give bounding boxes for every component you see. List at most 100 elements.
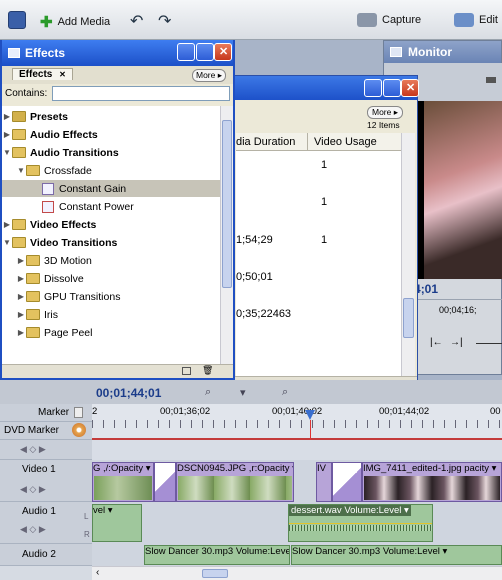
folder-icon <box>12 219 26 230</box>
scrollbar-thumb[interactable] <box>202 569 228 578</box>
effects-scrollbar[interactable] <box>220 106 233 364</box>
close-button[interactable]: ✕ <box>401 79 419 97</box>
project-items-count: 12 Items <box>367 120 400 130</box>
edit-button[interactable]: Edit <box>454 13 498 27</box>
audio-2-label: Audio 2 <box>22 549 56 560</box>
tab-close-icon[interactable]: ✕ <box>59 70 66 79</box>
tree-item-presets[interactable]: ▶ Presets <box>2 108 220 125</box>
tree-item-gpu-transitions[interactable]: ▶ GPU Transitions <box>2 288 220 305</box>
table-row[interactable]: 1;54;29 1 <box>236 234 403 248</box>
add-media-button[interactable]: ✚ Add Media <box>40 13 110 31</box>
expand-arrow-icon[interactable]: ▶ <box>16 274 26 283</box>
column-video-usage[interactable]: Video Usage <box>314 136 377 148</box>
tab-effects[interactable]: Effects ✕ <box>12 68 73 80</box>
folder-icon <box>26 273 40 284</box>
redo-icon[interactable]: ↷ <box>158 11 171 31</box>
table-row[interactable]: 1 <box>236 196 403 210</box>
effects-close-button[interactable]: ✕ <box>214 43 232 61</box>
panel-menu-icon[interactable] <box>486 77 496 83</box>
expand-arrow-icon[interactable]: ▶ <box>2 112 12 121</box>
timeline-current-time[interactable]: 00;01;44;01 <box>96 386 161 400</box>
tree-item-constant-power[interactable]: Constant Power <box>2 198 220 215</box>
expand-arrow-icon[interactable]: ▶ <box>2 220 12 229</box>
expand-arrow-icon[interactable]: ▶ <box>16 292 26 301</box>
minimize-button[interactable] <box>364 79 382 97</box>
razor-icon[interactable]: ▾ <box>240 386 246 399</box>
scrollbar-thumb[interactable] <box>222 120 232 288</box>
tree-item-crossfade[interactable]: ▼ Crossfade <box>2 162 220 179</box>
timeline-ruler[interactable]: 2 00;01;36;02 00;01;40;02 00;01;44;02 00 <box>92 404 502 440</box>
tree-item-audio-effects[interactable]: ▶ Audio Effects <box>2 126 220 143</box>
row-usage: 1 <box>321 159 328 171</box>
collapse-arrow-icon[interactable]: ▼ <box>16 166 26 175</box>
zoom-out-icon[interactable]: ⌕ <box>282 386 288 399</box>
effects-minimize-button[interactable] <box>177 43 195 61</box>
contains-search-input[interactable] <box>52 86 230 101</box>
scrollbar-thumb[interactable] <box>403 298 414 338</box>
save-icon[interactable] <box>8 11 26 32</box>
expand-arrow-icon[interactable]: ▶ <box>16 310 26 319</box>
tree-item-video-transitions[interactable]: ▼ Video Transitions <box>2 234 220 251</box>
audio-1-label: Audio 1 <box>22 506 56 517</box>
timeline-panel: 00;01;44;01 ⌕ ▾ ⌕ Marker DVD Marker 2 00… <box>0 380 502 580</box>
monitor-time-right: 00;04;16; <box>439 305 477 315</box>
audio-clip[interactable]: Slow Dancer 30.mp3 Volume:Level ▾ <box>291 545 502 565</box>
tree-item-constant-gain[interactable]: Constant Gain <box>2 180 220 197</box>
audio-clip[interactable]: Slow Dancer 30.mp3 Volume:Level ▾ <box>144 545 290 565</box>
collapse-arrow-icon[interactable]: ▼ <box>2 148 12 157</box>
dvd-icon[interactable] <box>72 423 86 437</box>
tree-item-audio-transitions[interactable]: ▼ Audio Transitions <box>2 144 220 161</box>
tree-item-video-effects[interactable]: ▶ Video Effects <box>2 216 220 233</box>
folder-icon <box>26 165 40 176</box>
timeline-scrollbar[interactable]: ‹ <box>92 566 502 580</box>
table-row[interactable]: 1 <box>236 159 403 173</box>
tree-item-page-peel[interactable]: ▶ Page Peel <box>2 324 220 341</box>
zoom-icon[interactable]: ⌕ <box>205 386 211 399</box>
trash-icon[interactable]: 🗑 <box>202 365 213 376</box>
capture-button[interactable]: Capture <box>357 13 421 27</box>
contains-row: Contains: <box>2 84 233 104</box>
audio-clip[interactable]: vel ▾ <box>92 504 142 542</box>
timeline-toolbar: 00;01;44;01 ⌕ ▾ ⌕ <box>0 380 502 404</box>
collapse-arrow-icon[interactable]: ▼ <box>2 238 12 247</box>
folder-icon <box>12 129 26 140</box>
left-channel-label: L <box>84 512 89 521</box>
mark-out-icon[interactable]: →| <box>450 337 463 348</box>
tree-item-dissolve[interactable]: ▶ Dissolve <box>2 270 220 287</box>
tree-item-3d-motion[interactable]: ▶ 3D Motion <box>2 252 220 269</box>
transition-block[interactable] <box>154 462 176 502</box>
project-more-button[interactable]: More ▸ <box>367 106 403 119</box>
column-media-duration[interactable]: dia Duration <box>236 136 295 148</box>
keyframe-nav[interactable]: ◀ ◇ ▶ <box>20 524 46 535</box>
keyframe-nav[interactable]: ◀ ◇ ▶ <box>20 444 46 455</box>
table-row[interactable]: 0;50;01 <box>236 271 403 285</box>
expand-arrow-icon[interactable]: ▶ <box>16 328 26 337</box>
keyframe-nav[interactable]: ◀ ◇ ▶ <box>20 484 46 495</box>
monitor-icon <box>390 47 402 57</box>
ruler-tick-label: 00;01;40;02 <box>272 406 323 417</box>
marker-icon[interactable] <box>74 407 83 418</box>
camera-icon <box>357 13 377 27</box>
track-area <box>92 440 502 460</box>
transition-block[interactable]: IV <box>316 462 332 502</box>
maximize-button[interactable] <box>383 79 401 97</box>
scroll-left-button[interactable]: ‹ <box>96 567 99 578</box>
dvd-marker-label: DVD Marker <box>4 425 60 436</box>
transition-block[interactable] <box>332 462 362 502</box>
jog-slider[interactable] <box>476 343 502 344</box>
expand-arrow-icon[interactable]: ▶ <box>2 130 12 139</box>
project-scrollbar[interactable] <box>401 133 415 388</box>
tree-item-iris[interactable]: ▶ Iris <box>2 306 220 323</box>
volume-line[interactable] <box>289 523 432 524</box>
new-bin-icon[interactable] <box>182 367 191 375</box>
effects-more-button[interactable]: More ▸ <box>192 69 226 82</box>
mark-in-icon[interactable]: |← <box>430 337 443 348</box>
monitor-titlebar: Monitor <box>384 41 501 63</box>
audio-clip[interactable]: dessert.wav Volume:Level ▾ <box>288 504 433 542</box>
expand-arrow-icon[interactable]: ▶ <box>16 256 26 265</box>
undo-icon[interactable]: ↶ <box>130 11 143 31</box>
table-row[interactable]: 0;35;22463 <box>236 308 403 322</box>
ruler-tick-label: 00;01;36;02 <box>160 406 211 417</box>
folder-icon <box>26 327 40 338</box>
effects-maximize-button[interactable] <box>196 43 214 61</box>
